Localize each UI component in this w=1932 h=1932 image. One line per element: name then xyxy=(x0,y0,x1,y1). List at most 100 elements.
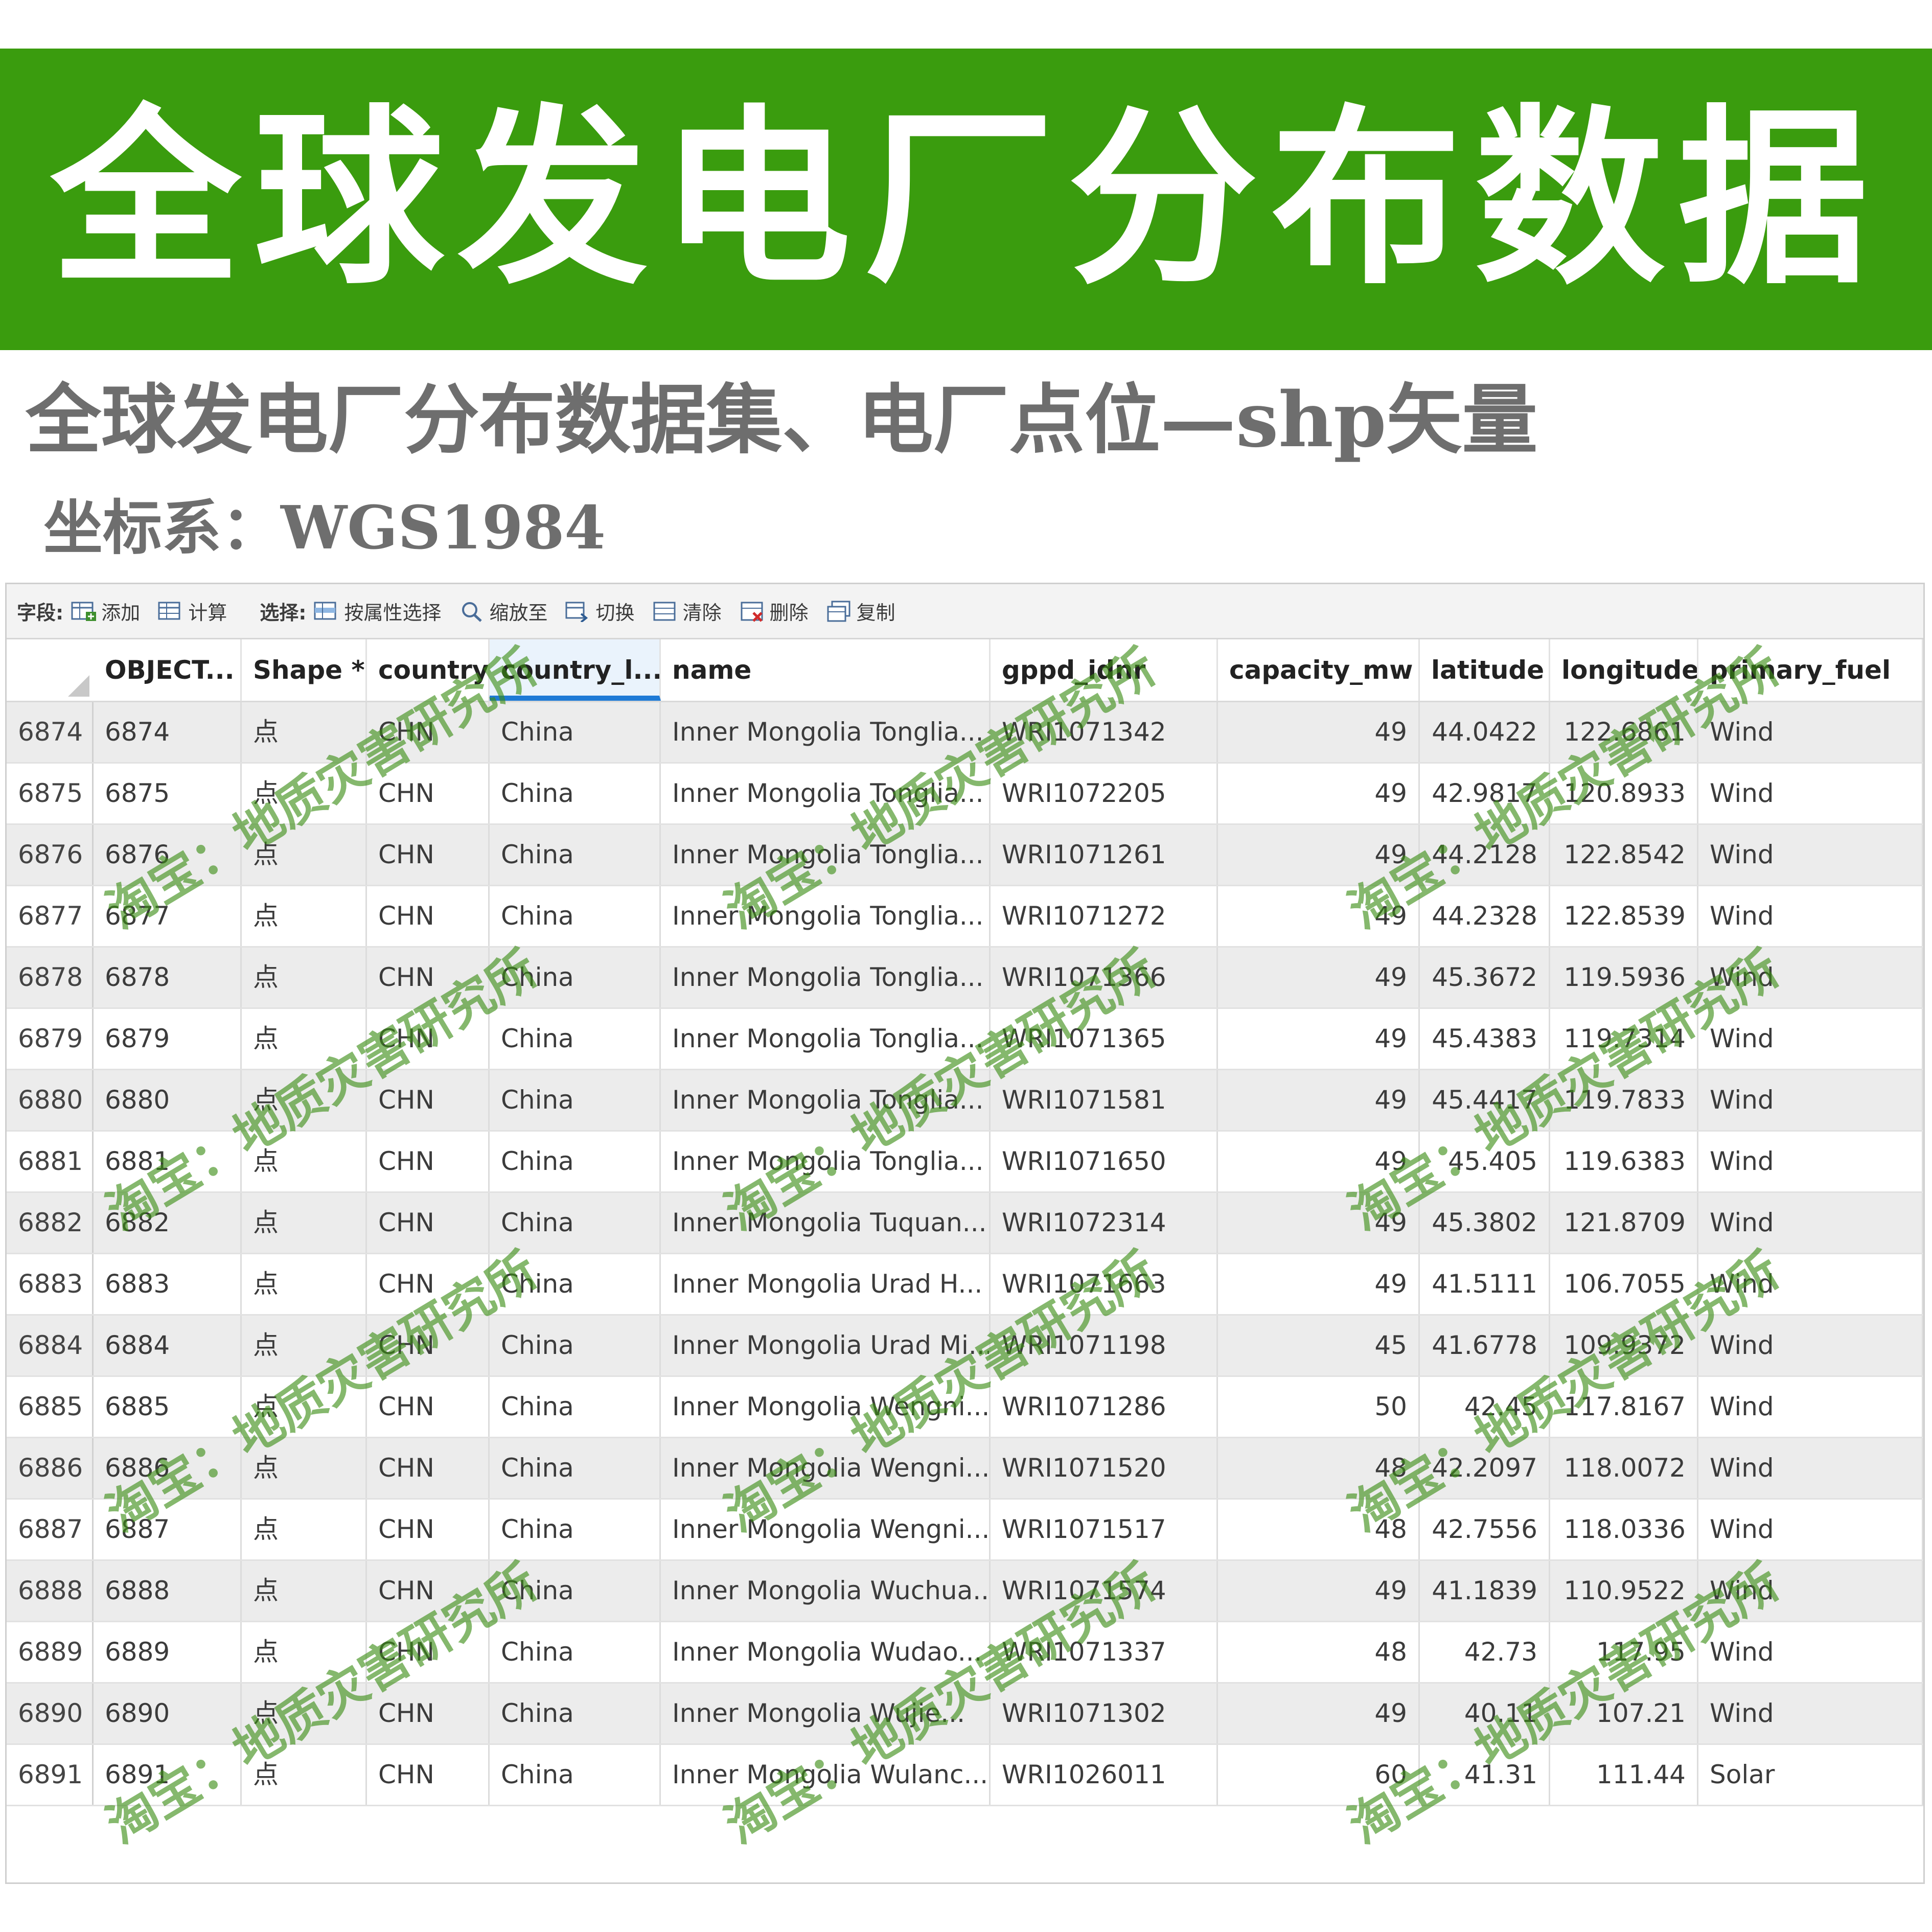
cell-capacity-mw[interactable]: 49 xyxy=(1218,1193,1420,1253)
column-header-objectid[interactable]: OBJECT... xyxy=(94,639,242,701)
row-number[interactable]: 6886 xyxy=(7,1438,94,1498)
cell-primary-fuel[interactable]: Wind xyxy=(1698,1132,1923,1191)
cell-objectid[interactable]: 6891 xyxy=(94,1745,242,1805)
delete-selection-button[interactable]: 删除 xyxy=(739,597,809,625)
column-header-capacity-mw[interactable]: capacity_mw xyxy=(1218,639,1420,701)
cell-country-long[interactable]: China xyxy=(490,1684,661,1743)
cell-objectid[interactable]: 6888 xyxy=(94,1561,242,1621)
cell-latitude[interactable]: 45.4383 xyxy=(1420,1009,1550,1069)
cell-country[interactable]: CHN xyxy=(367,1316,490,1375)
cell-country-long[interactable]: China xyxy=(490,1622,661,1682)
cell-country-long[interactable]: China xyxy=(490,702,661,762)
cell-name[interactable]: Inner Mongolia Wudao... xyxy=(661,1622,991,1682)
table-row[interactable]: 6877 6877 点 CHN China Inner Mongolia Tonglia.… xyxy=(7,886,1923,948)
cell-longitude[interactable]: 118.0072 xyxy=(1550,1438,1698,1498)
cell-name[interactable]: Inner Mongolia Urad Mi... xyxy=(661,1316,991,1375)
cell-latitude[interactable]: 45.405 xyxy=(1420,1132,1550,1191)
cell-longitude[interactable]: 119.5936 xyxy=(1550,948,1698,1007)
row-number[interactable]: 6879 xyxy=(7,1009,94,1069)
table-row[interactable]: 6883 6883 点 CHN China Inner Mongolia Urad H..… xyxy=(7,1254,1923,1316)
cell-primary-fuel[interactable]: Wind xyxy=(1698,1193,1923,1253)
cell-country[interactable]: CHN xyxy=(367,948,490,1007)
cell-country[interactable]: CHN xyxy=(367,1009,490,1069)
cell-shape[interactable]: 点 xyxy=(242,1684,367,1743)
cell-name[interactable]: Inner Mongolia Tonglia... xyxy=(661,886,991,946)
cell-name[interactable]: Inner Mongolia Wengni... xyxy=(661,1438,991,1498)
cell-latitude[interactable]: 42.2097 xyxy=(1420,1438,1550,1498)
table-row[interactable]: 6882 6882 点 CHN China Inner Mongolia Tuquan..… xyxy=(7,1193,1923,1254)
cell-gppd-idnr[interactable]: WRI1071337 xyxy=(991,1622,1218,1682)
cell-name[interactable]: Inner Mongolia Wulanc... xyxy=(661,1745,991,1805)
cell-name[interactable]: Inner Mongolia Wengni... xyxy=(661,1500,991,1559)
cell-country[interactable]: CHN xyxy=(367,1438,490,1498)
cell-shape[interactable]: 点 xyxy=(242,1316,367,1375)
cell-latitude[interactable]: 41.6778 xyxy=(1420,1316,1550,1375)
cell-capacity-mw[interactable]: 48 xyxy=(1218,1500,1420,1559)
cell-longitude[interactable]: 106.7055 xyxy=(1550,1254,1698,1314)
cell-country[interactable]: CHN xyxy=(367,1561,490,1621)
cell-capacity-mw[interactable]: 48 xyxy=(1218,1622,1420,1682)
table-row[interactable]: 6876 6876 点 CHN China Inner Mongolia Tonglia.… xyxy=(7,825,1923,886)
cell-primary-fuel[interactable]: Wind xyxy=(1698,1684,1923,1743)
table-row[interactable]: 6890 6890 点 CHN China Inner Mongolia Wujie...… xyxy=(7,1684,1923,1745)
cell-country[interactable]: CHN xyxy=(367,1193,490,1253)
cell-primary-fuel[interactable]: Wind xyxy=(1698,948,1923,1007)
cell-primary-fuel[interactable]: Wind xyxy=(1698,825,1923,885)
cell-objectid[interactable]: 6887 xyxy=(94,1500,242,1559)
cell-name[interactable]: Inner Mongolia Wengni... xyxy=(661,1377,991,1437)
cell-longitude[interactable]: 117.8167 xyxy=(1550,1377,1698,1437)
cell-name[interactable]: Inner Mongolia Wuchua... xyxy=(661,1561,991,1621)
cell-objectid[interactable]: 6880 xyxy=(94,1070,242,1130)
column-header-name[interactable]: name xyxy=(661,639,991,701)
switch-selection-button[interactable]: 切换 xyxy=(565,597,634,625)
cell-country-long[interactable]: China xyxy=(490,1009,661,1069)
cell-longitude[interactable]: 119.6383 xyxy=(1550,1132,1698,1191)
cell-objectid[interactable]: 6883 xyxy=(94,1254,242,1314)
cell-primary-fuel[interactable]: Wind xyxy=(1698,1070,1923,1130)
cell-objectid[interactable]: 6882 xyxy=(94,1193,242,1253)
cell-capacity-mw[interactable]: 49 xyxy=(1218,1070,1420,1130)
cell-country[interactable]: CHN xyxy=(367,1377,490,1437)
cell-primary-fuel[interactable]: Solar xyxy=(1698,1745,1923,1805)
cell-country[interactable]: CHN xyxy=(367,1254,490,1314)
cell-longitude[interactable]: 119.7314 xyxy=(1550,1009,1698,1069)
cell-gppd-idnr[interactable]: WRI1071261 xyxy=(991,825,1218,885)
table-row[interactable]: 6874 6874 点 CHN China Inner Mongolia Tonglia.… xyxy=(7,702,1923,764)
cell-capacity-mw[interactable]: 49 xyxy=(1218,886,1420,946)
cell-name[interactable]: Inner Mongolia Tonglia... xyxy=(661,825,991,885)
select-all-corner[interactable] xyxy=(68,675,89,697)
cell-country[interactable]: CHN xyxy=(367,764,490,823)
row-number[interactable]: 6881 xyxy=(7,1132,94,1191)
cell-gppd-idnr[interactable]: WRI1071517 xyxy=(991,1500,1218,1559)
cell-primary-fuel[interactable]: Wind xyxy=(1698,886,1923,946)
table-row[interactable]: 6875 6875 点 CHN China Inner Mongolia Tonglia.… xyxy=(7,764,1923,825)
cell-objectid[interactable]: 6878 xyxy=(94,948,242,1007)
cell-primary-fuel[interactable]: Wind xyxy=(1698,1500,1923,1559)
cell-shape[interactable]: 点 xyxy=(242,764,367,823)
column-header-country-long[interactable]: country_l... xyxy=(490,639,661,701)
table-row[interactable]: 6881 6881 点 CHN China Inner Mongolia Tonglia.… xyxy=(7,1132,1923,1193)
table-row[interactable]: 6884 6884 点 CHN China Inner Mongolia Urad Mi.… xyxy=(7,1316,1923,1377)
cell-name[interactable]: Inner Mongolia Tonglia... xyxy=(661,764,991,823)
cell-capacity-mw[interactable]: 49 xyxy=(1218,1132,1420,1191)
cell-country[interactable]: CHN xyxy=(367,1622,490,1682)
row-number[interactable]: 6891 xyxy=(7,1745,94,1805)
cell-latitude[interactable]: 41.31 xyxy=(1420,1745,1550,1805)
cell-latitude[interactable]: 44.2328 xyxy=(1420,886,1550,946)
cell-name[interactable]: Inner Mongolia Tonglia... xyxy=(661,948,991,1007)
cell-name[interactable]: Inner Mongolia Tuquan... xyxy=(661,1193,991,1253)
cell-country-long[interactable]: China xyxy=(490,1132,661,1191)
cell-country-long[interactable]: China xyxy=(490,1438,661,1498)
cell-primary-fuel[interactable]: Wind xyxy=(1698,1561,1923,1621)
cell-gppd-idnr[interactable]: WRI1071581 xyxy=(991,1070,1218,1130)
cell-shape[interactable]: 点 xyxy=(242,1561,367,1621)
cell-longitude[interactable]: 122.8542 xyxy=(1550,825,1698,885)
cell-gppd-idnr[interactable]: WRI1072205 xyxy=(991,764,1218,823)
row-number[interactable]: 6880 xyxy=(7,1070,94,1130)
cell-capacity-mw[interactable]: 49 xyxy=(1218,825,1420,885)
cell-objectid[interactable]: 6890 xyxy=(94,1684,242,1743)
column-header-latitude[interactable]: latitude xyxy=(1420,639,1550,701)
select-by-attributes-button[interactable]: 按属性选择 xyxy=(313,597,441,625)
cell-primary-fuel[interactable]: Wind xyxy=(1698,1622,1923,1682)
cell-country-long[interactable]: China xyxy=(490,1745,661,1805)
